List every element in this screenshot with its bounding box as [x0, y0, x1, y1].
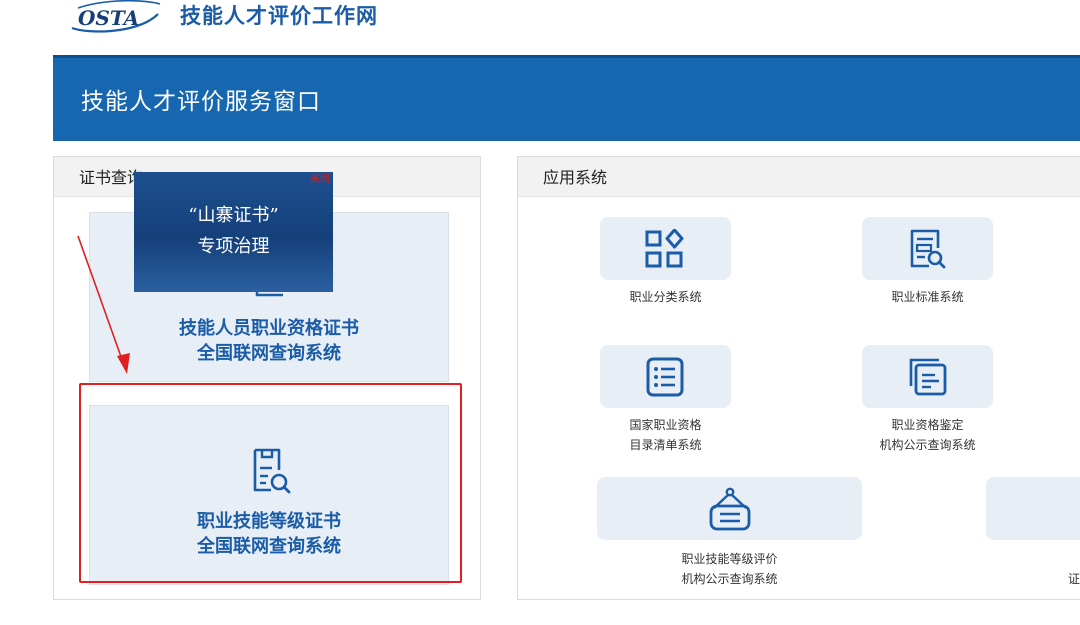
app-tile-box[interactable] [600, 345, 731, 408]
promo-overlay[interactable]: 关闭 “山寨证书” 专项治理 [134, 172, 333, 292]
promo-text: “山寨证书” [188, 205, 279, 226]
applications-panel: 应用系统 职业分类系统 职业标准系统 国家职业资格 目录清单系统 职业资格鉴定 … [517, 156, 1080, 600]
app-tile-label: 机构公示查询系统 [879, 438, 976, 452]
app-tile-label: 证 [1068, 572, 1080, 586]
service-banner: 技能人才评价服务窗口 [53, 55, 1080, 141]
app-tile-label: 目录清单系统 [629, 438, 702, 452]
app-tile-box[interactable] [862, 345, 993, 408]
app-tile-label: 职业技能等级评价 [681, 552, 778, 566]
site-name[interactable]: 技能人才评价工作网 [180, 3, 378, 29]
app-tile-label: 职业分类系统 [629, 290, 702, 304]
apps-panel-header: 应用系统 [518, 157, 1080, 197]
cert-card-label: 全国联网查询系统 [197, 343, 341, 364]
app-tile-label: 机构公示查询系统 [681, 572, 778, 586]
osta-logo[interactable]: OSTA [68, 0, 162, 34]
app-tile-label: 职业标准系统 [891, 290, 964, 304]
app-tile-box[interactable] [597, 477, 862, 540]
app-tile-box[interactable] [986, 477, 1080, 540]
annotation-highlight-box [79, 383, 462, 583]
hanging-sign-icon [709, 487, 751, 531]
app-tile-box[interactable] [600, 217, 731, 280]
grid-diamond-icon [645, 229, 684, 268]
document-search-icon [910, 229, 946, 269]
apps-panel-title: 应用系统 [543, 168, 608, 187]
top-header: OSTA 技能人才评价工作网 [0, 0, 1080, 55]
app-tile-label: 国家职业资格 [629, 418, 702, 432]
app-tile-label: 职业资格鉴定 [891, 418, 964, 432]
cert-card-label: 技能人员职业资格证书 [179, 318, 359, 339]
list-icon [646, 357, 684, 397]
stacked-documents-icon [909, 358, 947, 396]
annotation-arrow [77, 235, 130, 374]
app-tile-box[interactable] [862, 217, 993, 280]
banner-title: 技能人才评价服务窗口 [81, 89, 321, 115]
svg-text:OSTA: OSTA [78, 6, 139, 30]
promo-close-button[interactable]: 关闭 [310, 174, 330, 186]
promo-text: 专项治理 [197, 236, 270, 257]
